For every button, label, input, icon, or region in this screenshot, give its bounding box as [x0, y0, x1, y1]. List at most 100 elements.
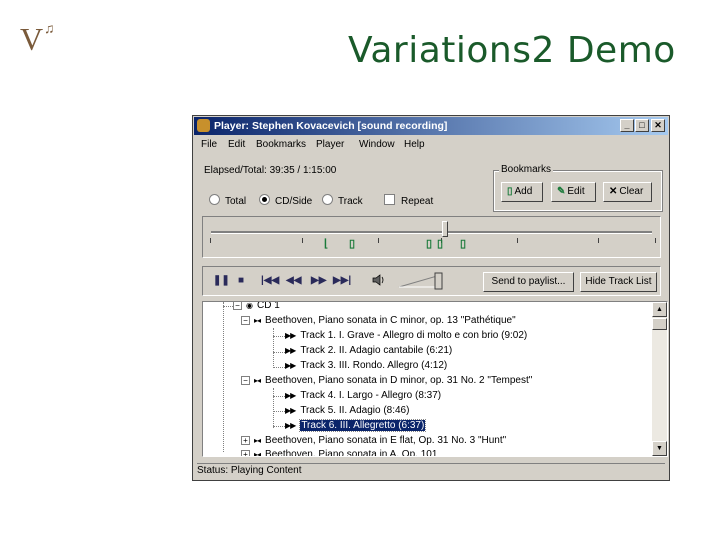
bookmark-marker-icon[interactable]: ▯ [437, 237, 443, 250]
tree-guide [273, 426, 285, 427]
minimize-button[interactable]: _ [620, 119, 634, 132]
close-button[interactable]: ✕ [651, 119, 665, 132]
track-title: Track 1. I. Grave - Allegro di molto e c… [300, 330, 528, 341]
work-title: Beethoven, Piano sonata in E flat, Op. 3… [265, 435, 507, 446]
radio-circle-selected [259, 194, 270, 205]
tree-guide [273, 367, 285, 368]
tree-guide [273, 396, 285, 397]
tree-work[interactable]: + ▸◂ Beethoven, Piano sonata in A, Op. 101 [241, 448, 438, 457]
timeline-tick [598, 238, 599, 243]
hide-track-list-button[interactable]: Hide Track List [580, 272, 657, 292]
radio-cd-side-label: CD/Side [275, 196, 313, 207]
repeat-label: Repeat [401, 196, 434, 207]
elapsed-total: Elapsed/Total: 39:35 / 1:15:00 [204, 165, 336, 176]
tree-root[interactable]: − ◉ CD 1 [233, 301, 280, 313]
menu-help[interactable]: Help [404, 139, 425, 150]
radio-circle [322, 194, 333, 205]
track-title: Track 5. II. Adagio (8:46) [300, 405, 410, 416]
app-icon [197, 119, 210, 132]
track-play-icon: ▶▶ [285, 391, 296, 400]
elapsed-label: Elapsed/Total: [204, 165, 267, 176]
speaker-icon[interactable] [371, 273, 385, 287]
timeline-track[interactable] [211, 231, 652, 234]
bookmark-marker-icon[interactable]: ▯ [426, 237, 432, 250]
radio-track[interactable]: Track [322, 194, 363, 207]
timeline-tick [210, 238, 211, 243]
tree-guide [223, 302, 224, 452]
bookmark-marker-icon[interactable]: ▯ [460, 237, 466, 250]
bookmark-marker-icon[interactable]: ⌊ [324, 237, 328, 250]
tree-track-selected[interactable]: ▶▶ Track 6. III. Allegretto (6:37) [285, 419, 427, 433]
track-title: Track 3. III. Rondo. Allegro (4:12) [300, 360, 448, 371]
work-play-icon: ▸◂ [254, 436, 261, 445]
tree-track[interactable]: ▶▶ Track 4. I. Largo - Allegro (8:37) [285, 389, 441, 403]
expand-icon[interactable]: + [241, 450, 250, 456]
logo-letter: V [20, 21, 44, 57]
scroll-thumb[interactable] [652, 318, 667, 330]
tree-guide [273, 352, 285, 353]
tree-work[interactable]: − ▸◂ Beethoven, Piano sonata in C minor, o… [241, 314, 516, 328]
repeat-checkbox[interactable]: Repeat [384, 194, 433, 207]
send-to-playlist-button[interactable]: Send to paylist... [483, 272, 574, 292]
collapse-icon[interactable]: − [233, 302, 242, 310]
work-play-icon: ▸◂ [254, 450, 261, 457]
menu-bookmarks[interactable]: Bookmarks [256, 139, 306, 150]
scroll-down-icon[interactable]: ▼ [652, 441, 667, 456]
track-play-icon: ▶▶ [285, 361, 296, 370]
bookmark-icon: ▯ [507, 186, 513, 197]
bookmark-clear-button[interactable]: ✕ Clear [603, 182, 652, 202]
track-tree: − ◉ CD 1 − ▸◂ Beethoven, Piano sonata in C m… [202, 301, 668, 457]
radio-total[interactable]: Total [209, 194, 246, 207]
music-note-icon: ♫ [44, 22, 55, 37]
status-bar: Status: Playing Content [197, 463, 665, 479]
tree-guide [273, 328, 274, 368]
tree-content: − ◉ CD 1 − ▸◂ Beethoven, Piano sonata in C m… [203, 301, 653, 457]
collapse-icon[interactable]: − [241, 376, 250, 385]
rewind-icon[interactable]: ◀◀ [286, 275, 301, 286]
track-play-icon: ▶▶ [285, 331, 296, 340]
stop-icon[interactable]: ■ [238, 275, 244, 286]
work-play-icon: ▸◂ [254, 376, 261, 385]
bookmark-add-button[interactable]: ▯ Add [501, 182, 543, 202]
tree-track[interactable]: ▶▶ Track 3. III. Rondo. Allegro (4:12) [285, 359, 447, 373]
bookmarks-legend: Bookmarks [499, 164, 554, 175]
radio-cd-side[interactable]: CD/Side [259, 194, 312, 207]
menu-window[interactable]: Window [359, 139, 395, 150]
timeline-playhead[interactable] [441, 221, 448, 237]
timeline-panel: ⌊ ▯ ▯ ▯ ▯ [202, 216, 661, 258]
elapsed-value: 39:35 / 1:15:00 [269, 165, 337, 176]
menu-edit[interactable]: Edit [228, 139, 245, 150]
fast-forward-icon[interactable]: ▶▶ [311, 275, 326, 286]
window-title: Player: Stephen Kovacevich [sound record… [214, 120, 448, 132]
tree-work[interactable]: + ▸◂ Beethoven, Piano sonata in E flat, Op… [241, 434, 506, 448]
menu-file[interactable]: File [201, 139, 217, 150]
menu-player[interactable]: Player [316, 139, 344, 150]
bookmark-edit-button[interactable]: ✎ Edit [551, 182, 596, 202]
next-track-icon[interactable]: ▶▶| [333, 275, 351, 286]
bookmark-marker-icon[interactable]: ▯ [349, 237, 355, 250]
previous-track-icon[interactable]: |◀◀ [261, 275, 279, 286]
track-title: Track 2. II. Adagio cantabile (6:21) [300, 345, 453, 356]
tree-track[interactable]: ▶▶ Track 2. II. Adagio cantabile (6:21) [285, 344, 452, 358]
work-title: Beethoven, Piano sonata in A, Op. 101 [265, 449, 438, 457]
slide-title: Variations2 Demo [348, 30, 676, 71]
volume-slider[interactable] [397, 272, 449, 290]
bookmark-clear-label: Clear [619, 186, 644, 197]
tree-work[interactable]: − ▸◂ Beethoven, Piano sonata in D minor, o… [241, 374, 532, 388]
scroll-up-icon[interactable]: ▲ [652, 302, 667, 317]
bookmark-add-label: Add [514, 186, 533, 197]
expand-icon[interactable]: + [241, 436, 250, 445]
clear-icon: ✕ [609, 186, 618, 197]
tree-track[interactable]: ▶▶ Track 5. II. Adagio (8:46) [285, 404, 409, 418]
maximize-button[interactable]: □ [635, 119, 649, 132]
radio-total-label: Total [225, 196, 247, 207]
disc-icon: ◉ [246, 301, 253, 310]
tree-track[interactable]: ▶▶ Track 1. I. Grave - Allegro di molto e… [285, 329, 527, 343]
tree-scrollbar[interactable]: ▲ ▼ [652, 302, 667, 456]
work-title: Beethoven, Piano sonata in D minor, op. … [265, 375, 533, 386]
pause-icon[interactable]: ❚❚ [213, 275, 230, 286]
window-titlebar[interactable]: Player: Stephen Kovacevich [sound record… [194, 117, 668, 135]
transport-controls: ❚❚ ■ |◀◀ ◀◀ ▶▶ ▶▶| Send to paylist... Hi… [202, 266, 661, 296]
collapse-icon[interactable]: − [241, 316, 250, 325]
edit-icon: ✎ [557, 186, 566, 197]
